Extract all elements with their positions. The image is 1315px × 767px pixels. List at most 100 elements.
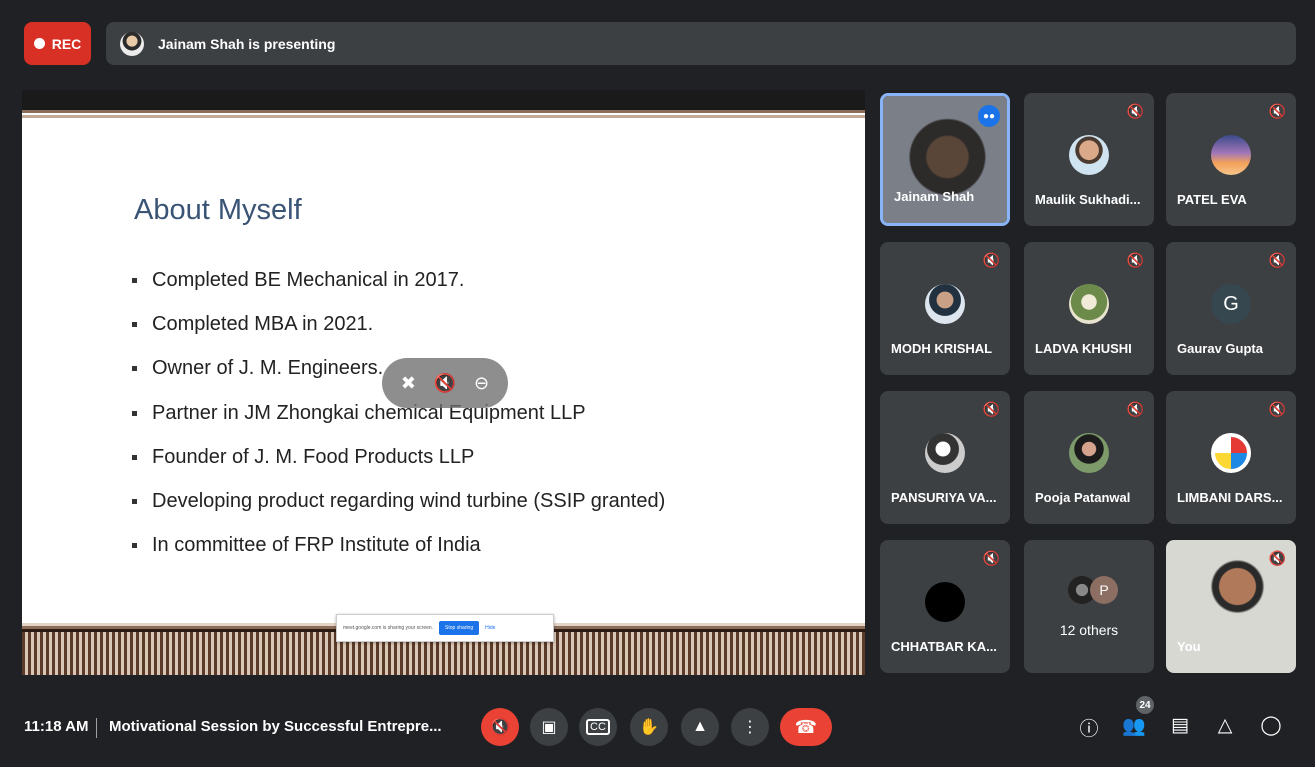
people-count-badge: 24	[1136, 696, 1154, 714]
activities-icon[interactable]: △	[1212, 714, 1238, 737]
chat-icon[interactable]: ▤	[1167, 714, 1193, 737]
others-tile[interactable]: P 12 others	[1024, 540, 1154, 673]
bullet-square-icon	[132, 410, 137, 416]
bullet-square-icon	[132, 543, 137, 549]
divider	[96, 718, 97, 738]
participant-tile[interactable]: 🔇 LIMBANI DARS...	[1166, 391, 1296, 524]
participant-tile[interactable]: 🔇 CHHATBAR KA...	[880, 540, 1010, 673]
participant-name: LIMBANI DARS...	[1177, 490, 1283, 505]
bullet-text: In committee of FRP Institute of India	[152, 534, 481, 557]
bullet-text: Completed BE Mechanical in 2017.	[152, 268, 465, 291]
participant-tile[interactable]: 🔇 PANSURIYA VA...	[880, 391, 1010, 524]
mute-off-icon[interactable]: 🔇	[434, 373, 456, 394]
mic-off-icon: 🔇	[982, 401, 1000, 417]
speaking-indicator-icon: ●●	[978, 105, 1000, 127]
remove-icon[interactable]: ⊖	[474, 373, 489, 394]
host-controls-icon[interactable]: ◯	[1258, 714, 1284, 737]
participant-tile[interactable]: 🔇 Pooja Patanwal	[1024, 391, 1154, 524]
bullet-square-icon	[132, 277, 137, 283]
self-tile[interactable]: 🔇 You	[1166, 540, 1296, 673]
participant-tile[interactable]: 🔇 MODH KRISHAL	[880, 242, 1010, 375]
participant-name: Jainam Shah	[894, 189, 975, 204]
slide-bullet-list: Completed BE Mechanical in 2017. Complet…	[132, 258, 665, 568]
stop-sharing-button[interactable]: Stop sharing	[439, 621, 480, 635]
bullet-square-icon	[132, 499, 137, 505]
bullet-text: Owner of J. M. Engineers.	[152, 357, 384, 380]
participant-name: Pooja Patanwal	[1035, 490, 1131, 505]
participant-name: MODH KRISHAL	[891, 341, 993, 356]
participant-tile[interactable]: 🔇 Maulik Sukhadi...	[1024, 93, 1154, 226]
avatar	[1069, 433, 1109, 473]
participant-tile[interactable]: ●● Jainam Shah	[880, 93, 1010, 226]
microphone-button[interactable]: 🔇	[481, 708, 519, 746]
slide-bullet: Founder of J. M. Food Products LLP	[132, 435, 665, 479]
slide-bullet: Developing product regarding wind turbin…	[132, 479, 665, 523]
more-vert-icon: ⋮	[742, 719, 758, 736]
recording-badge: REC	[24, 22, 91, 65]
mic-off-icon: 🔇	[490, 719, 510, 736]
participant-tile[interactable]: 🔇 LADVA KHUSHI	[1024, 242, 1154, 375]
participant-name: PATEL EVA	[1177, 192, 1247, 207]
people-icon[interactable]: 👥	[1121, 714, 1147, 738]
recording-label: REC	[51, 35, 82, 52]
hide-notice-link[interactable]: Hide	[485, 625, 495, 631]
screen-share-notice: meet.google.com is sharing your screen. …	[336, 614, 554, 642]
leave-call-button[interactable]: ☎	[780, 708, 832, 746]
bullet-square-icon	[132, 321, 137, 327]
others-count-label: 12 others	[1059, 622, 1119, 638]
avatar	[925, 284, 965, 324]
avatar	[925, 433, 965, 473]
avatar	[1211, 433, 1251, 473]
mic-off-icon: 🔇	[1268, 252, 1286, 268]
avatar	[1069, 284, 1109, 324]
slide-title: About Myself	[134, 194, 302, 226]
camera-button[interactable]: ▣	[530, 708, 568, 746]
avatar	[1069, 135, 1109, 175]
bullet-text: Developing product regarding wind turbin…	[152, 490, 666, 513]
avatar	[925, 582, 965, 622]
mic-off-icon: 🔇	[1126, 103, 1144, 119]
meeting-title: Motivational Session by Successful Entre…	[109, 718, 442, 735]
participant-tile[interactable]: 🔇 PATEL EVA	[1166, 93, 1296, 226]
present-button[interactable]: ▲	[681, 708, 719, 746]
slide-bullet: Completed BE Mechanical in 2017.	[132, 258, 665, 302]
participant-name: PANSURIYA VA...	[891, 490, 997, 505]
mic-off-icon: 🔇	[1268, 103, 1286, 119]
meeting-controls-bar: 11:18 AM Motivational Session by Success…	[0, 690, 1315, 767]
bullet-square-icon	[132, 366, 137, 372]
slide-top-border	[22, 110, 865, 118]
slide-top-band	[22, 90, 865, 110]
clock: 11:18 AM	[24, 718, 89, 735]
mic-off-icon: 🔇	[1126, 401, 1144, 417]
info-icon[interactable]: ⓘ	[1076, 714, 1102, 741]
captions-icon: CC	[586, 719, 610, 735]
mic-off-icon: 🔇	[1268, 401, 1286, 417]
mic-off-icon: 🔇	[982, 252, 1000, 268]
participant-tile[interactable]: 🔇 G Gaurav Gupta	[1166, 242, 1296, 375]
presentation-slide: About Myself Completed BE Mechanical in …	[22, 90, 865, 675]
avatar: P	[1090, 576, 1118, 604]
slide-bullet: In committee of FRP Institute of India	[132, 524, 665, 568]
avatar: G	[1211, 284, 1251, 324]
more-options-button[interactable]: ⋮	[731, 708, 769, 746]
raise-hand-button[interactable]: ✋	[630, 708, 668, 746]
presenting-banner: Jainam Shah is presenting	[106, 22, 1296, 65]
hand-icon: ✋	[639, 719, 659, 736]
mic-off-icon: 🔇	[1268, 550, 1286, 566]
bullet-text: Completed MBA in 2021.	[152, 312, 374, 335]
camera-icon: ▣	[541, 719, 557, 736]
avatar	[1211, 135, 1251, 175]
participant-name: CHHATBAR KA...	[891, 639, 997, 654]
hang-up-icon: ☎	[794, 716, 818, 737]
slide-bullet: Completed MBA in 2021.	[132, 302, 665, 346]
captions-button[interactable]: CC	[579, 708, 617, 746]
mic-off-icon: 🔇	[1126, 252, 1144, 268]
presentation-floating-controls: ✖ 🔇 ⊖	[382, 358, 508, 408]
record-dot-icon	[33, 38, 45, 49]
bullet-text: Partner in JM Zhongkai chemical Equipmen…	[152, 401, 586, 424]
pin-off-icon[interactable]: ✖	[401, 373, 416, 394]
participant-name: Gaurav Gupta	[1177, 341, 1263, 356]
others-avatars: P	[1068, 576, 1118, 604]
participant-name: LADVA KHUSHI	[1035, 341, 1132, 356]
presenting-text: Jainam Shah is presenting	[158, 35, 336, 52]
